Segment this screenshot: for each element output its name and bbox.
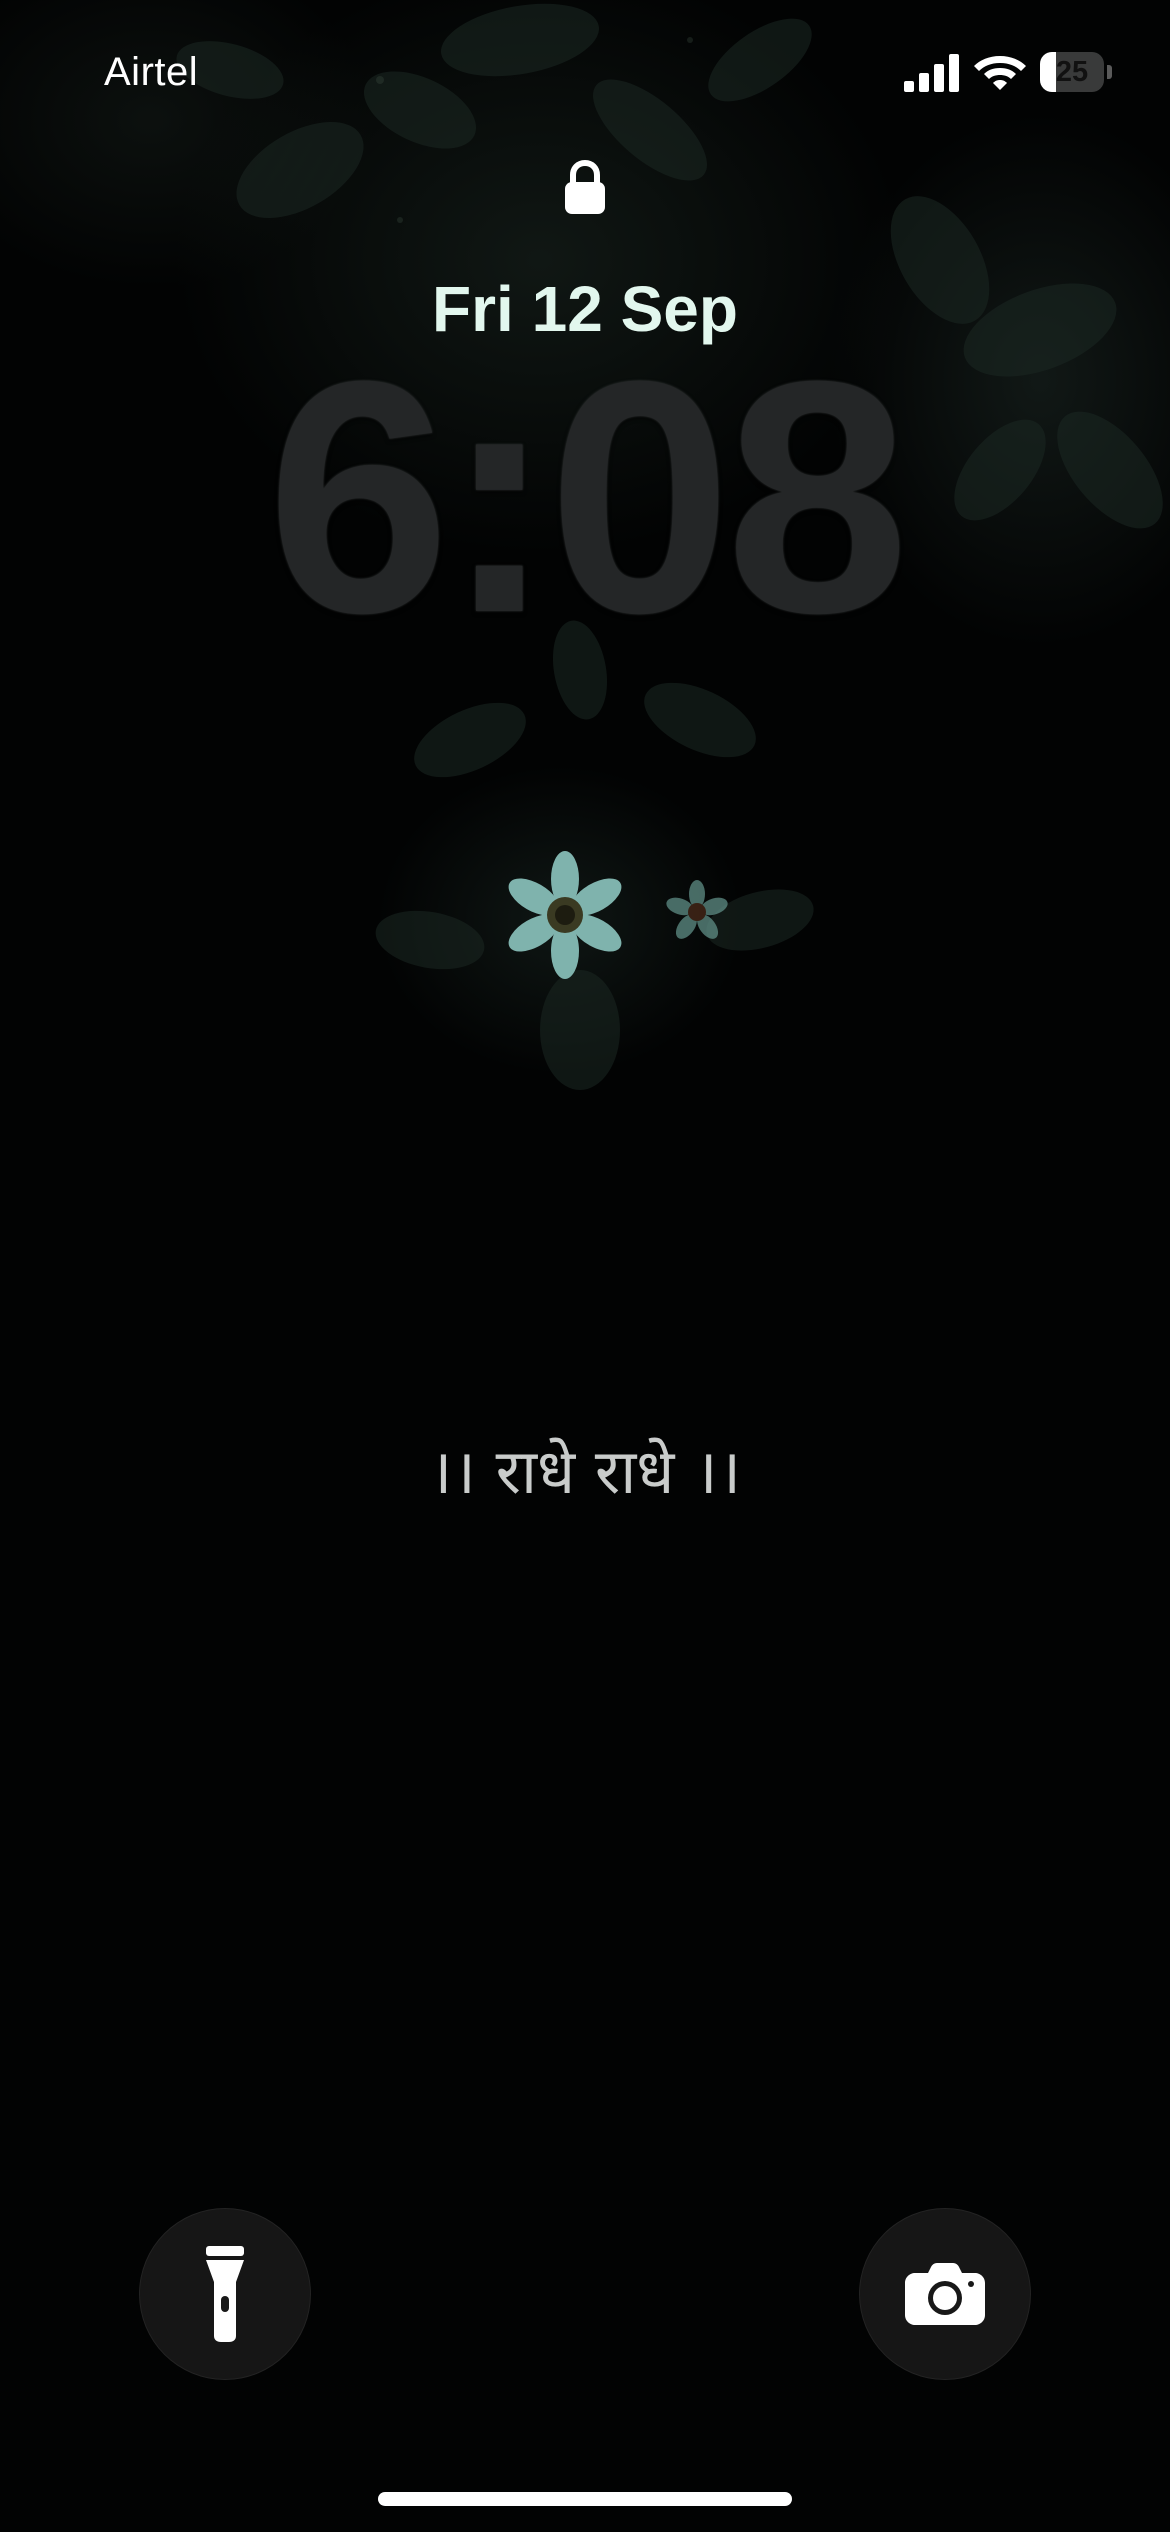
cellular-signal-icon: [904, 54, 959, 92]
lock-screen-time: 6:08: [266, 312, 909, 681]
flashlight-icon: [206, 2246, 244, 2342]
camera-button[interactable]: [859, 2208, 1031, 2380]
battery-level: 25: [1055, 56, 1089, 88]
home-indicator[interactable]: [378, 2492, 792, 2506]
flower-icon: [508, 851, 728, 979]
wifi-icon: [974, 56, 1026, 90]
battery-body: 25: [1040, 52, 1104, 92]
camera-icon: [905, 2263, 985, 2325]
carrier-name: Airtel: [104, 50, 199, 94]
lock-screen: Airtel 25 Fri 12 Sep 6:08 ।। राधे राधे ।…: [0, 0, 1170, 2532]
battery-icon: 25: [1040, 52, 1112, 92]
lock-screen-quote: ।। राधे राधे ।।: [428, 1435, 742, 1508]
battery-tip: [1107, 65, 1112, 79]
lock-icon: [565, 160, 605, 214]
status-bar: Airtel 25: [0, 0, 1170, 150]
flashlight-button[interactable]: [139, 2208, 311, 2380]
